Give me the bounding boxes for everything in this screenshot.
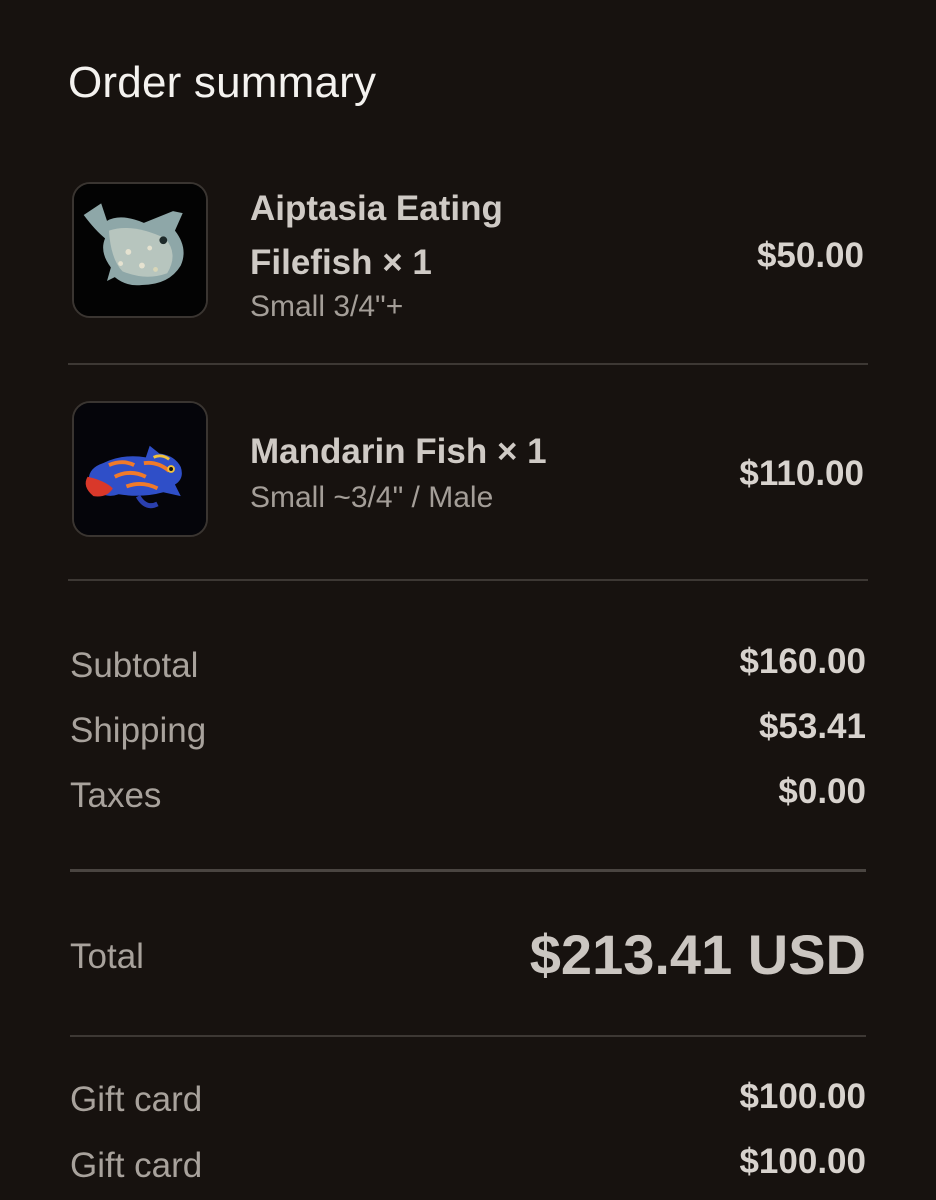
item-name-line2: Filefish × 1 xyxy=(250,243,432,282)
taxes-value: $0.00 xyxy=(778,772,866,811)
item-name: Aiptasia Eating Filefish × 1 xyxy=(250,182,503,290)
item-price: $110.00 xyxy=(739,454,864,493)
shipping-label: Shipping xyxy=(70,711,207,750)
filefish-image xyxy=(72,182,208,318)
gift-card-label: Gift card xyxy=(70,1080,203,1119)
item-price: $50.00 xyxy=(756,236,864,275)
item-name-line1: Aiptasia Eating xyxy=(250,189,503,228)
taxes-label: Taxes xyxy=(70,776,162,815)
item-variant: Small 3/4"+ xyxy=(250,290,404,323)
total-value: $213.41 USD xyxy=(529,923,866,986)
total-label: Total xyxy=(70,937,144,976)
divider xyxy=(68,579,868,581)
subtotal-label: Subtotal xyxy=(70,646,199,685)
mandarin-fish-image xyxy=(72,401,208,537)
gift-card-value: $100.00 xyxy=(739,1077,866,1116)
shipping-value: $53.41 xyxy=(758,707,866,746)
item-variant: Small ~3/4" / Male xyxy=(250,481,494,514)
order-summary-title: Order summary xyxy=(68,58,377,107)
divider xyxy=(68,363,868,365)
divider xyxy=(70,869,866,872)
divider xyxy=(70,1035,866,1037)
line-item: Aiptasia Eating Filefish × 1 Small 3/4"+… xyxy=(68,182,868,332)
subtotal-value: $160.00 xyxy=(739,642,866,681)
item-name: Mandarin Fish × 1 xyxy=(250,432,547,471)
gift-card-label: Gift card xyxy=(70,1146,203,1185)
gift-card-value: $100.00 xyxy=(739,1142,866,1181)
line-item: Mandarin Fish × 1 Small ~3/4" / Male $11… xyxy=(68,401,868,541)
